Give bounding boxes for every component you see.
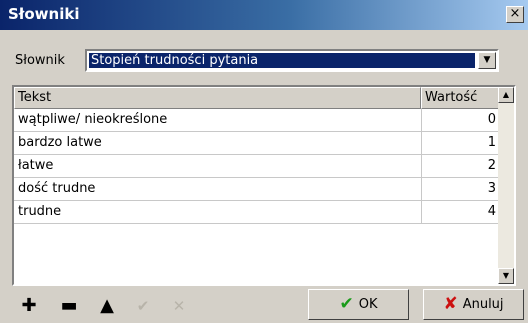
check-icon: ✔ (136, 297, 150, 315)
ok-label: OK (358, 297, 378, 312)
ok-button[interactable]: ✔ OK (308, 289, 409, 320)
table-row[interactable]: wątpliwe/ nieokreślone 0 (14, 109, 500, 132)
table-row[interactable]: bardzo latwe 1 (14, 132, 500, 155)
column-header-value[interactable]: Wartość (421, 87, 500, 109)
cancel-button[interactable]: ✘ Anuluj (423, 289, 524, 320)
table-row[interactable]: dość trudne 3 (14, 178, 500, 201)
cancel-icon: ✘ (443, 294, 458, 314)
vertical-scrollbar[interactable]: ▲ ▼ (498, 87, 514, 284)
row-text[interactable]: łatwe (14, 155, 421, 177)
edit-toolbar: ✚ ▬ ▲ ✔ ✕ (14, 293, 224, 319)
row-value[interactable]: 0 (421, 109, 500, 131)
dictionaries-window: Słowniki × Słownik Stopień trudności pyt… (0, 0, 528, 323)
row-text[interactable]: dość trudne (14, 178, 421, 200)
row-value[interactable]: 4 (421, 201, 500, 223)
move-up-button[interactable]: ▲ (96, 295, 118, 317)
close-button[interactable]: × (506, 6, 524, 23)
scroll-up-button[interactable]: ▲ (498, 87, 514, 103)
table-header: Tekst Wartość (14, 87, 500, 109)
check-icon: ✔ (339, 294, 354, 314)
up-arrow-icon: ▲ (100, 295, 114, 316)
row-value[interactable]: 3 (421, 178, 500, 200)
table-row[interactable]: trudne 4 (14, 201, 500, 224)
row-value[interactable]: 1 (421, 132, 500, 154)
cancel-label: Anuluj (462, 297, 504, 312)
confirm-edit-button[interactable]: ✔ (132, 295, 154, 317)
cancel-edit-button[interactable]: ✕ (168, 295, 190, 317)
cross-icon: ✕ (172, 297, 186, 315)
window-title: Słowniki (8, 5, 80, 23)
dictionary-select[interactable]: Stopień trudności pytania ▼ (85, 49, 499, 72)
row-text[interactable]: trudne (14, 201, 421, 223)
table-row[interactable]: łatwe 2 (14, 155, 500, 178)
scroll-down-button[interactable]: ▼ (498, 268, 514, 284)
dictionary-selected-value[interactable]: Stopień trudności pytania (89, 53, 475, 68)
plus-icon: ✚ (21, 295, 37, 316)
column-header-text[interactable]: Tekst (14, 87, 421, 109)
chevron-down-icon: ▼ (502, 271, 510, 280)
row-text[interactable]: bardzo latwe (14, 132, 421, 154)
dropdown-button[interactable]: ▼ (478, 52, 496, 69)
row-value[interactable]: 2 (421, 155, 500, 177)
chevron-down-icon: ▼ (483, 55, 491, 65)
add-button[interactable]: ✚ (18, 295, 40, 317)
delete-button[interactable]: ▬ (58, 295, 80, 317)
close-icon: × (509, 6, 521, 21)
entries-table[interactable]: Tekst Wartość wątpliwe/ nieokreślone 0 b… (12, 85, 516, 286)
minus-icon: ▬ (60, 295, 78, 316)
row-text[interactable]: wątpliwe/ nieokreślone (14, 109, 421, 131)
dictionary-label: Słownik (15, 53, 65, 68)
chevron-up-icon: ▲ (502, 90, 510, 99)
title-bar[interactable]: Słowniki × (0, 0, 528, 30)
